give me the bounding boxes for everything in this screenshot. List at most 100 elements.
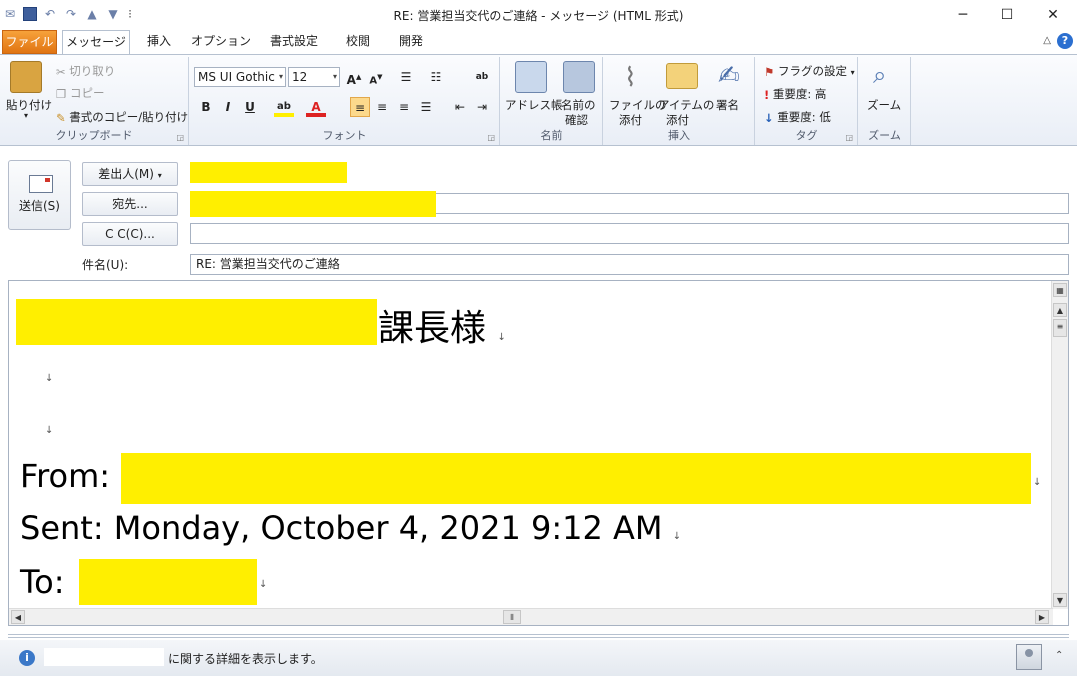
numbering-icon[interactable]: ☷ <box>426 67 446 87</box>
follow-up-label: フラグの設定 <box>777 64 847 78</box>
help-icon[interactable]: ? <box>1057 33 1073 49</box>
tab-review[interactable]: 校閲 <box>336 30 380 54</box>
check-names-icon[interactable] <box>563 61 595 93</box>
paragraph-mark: ↓ <box>45 373 54 384</box>
shrink-font-icon[interactable]: A▼ <box>366 67 386 87</box>
tab-file[interactable]: ファイル <box>2 30 57 54</box>
to-redaction <box>190 191 436 217</box>
ruler-toggle-icon[interactable]: ▦ <box>1053 283 1067 297</box>
details-text[interactable]: に関する詳細を表示します。 <box>168 650 323 667</box>
address-book-button[interactable]: アドレス帳 <box>505 97 563 113</box>
font-name-combo[interactable]: MS UI Gothic ▾ <box>194 67 286 87</box>
from-line-label: From: <box>20 457 111 495</box>
cut-button[interactable]: ✂ 切り取り <box>56 63 115 79</box>
grow-font-icon[interactable]: A▲ <box>344 67 364 87</box>
expand-people-pane-icon[interactable]: ⌃ <box>1055 650 1063 661</box>
people-pane-divider[interactable] <box>8 634 1069 638</box>
check-names-button-line1[interactable]: 名前の <box>561 97 596 113</box>
paste-icon[interactable] <box>10 61 42 93</box>
check-names-button-line2[interactable]: 確認 <box>565 112 588 128</box>
address-book-icon[interactable] <box>515 61 547 93</box>
low-importance-label: 重要度: 低 <box>777 110 831 124</box>
paste-button[interactable]: 貼り付け <box>6 97 52 113</box>
chevron-down-icon: ▾ <box>850 68 855 77</box>
recipient-name-redaction <box>16 299 377 345</box>
scroll-thumb[interactable]: ≡ <box>1053 319 1067 337</box>
increase-indent-icon[interactable]: ⇥ <box>472 97 492 117</box>
scroll-down-icon[interactable]: ▼ <box>1053 593 1067 607</box>
attach-item-line2[interactable]: 添付 <box>666 112 689 128</box>
justify-icon[interactable]: ☰ <box>416 97 436 117</box>
to-button[interactable]: 宛先... <box>82 192 178 216</box>
font-size-combo[interactable]: 12 ▾ <box>288 67 340 87</box>
send-button[interactable]: 送信(S) <box>8 160 71 230</box>
hscroll-thumb[interactable]: ⦀ <box>503 610 521 624</box>
font-launcher-icon[interactable]: ◲ <box>487 133 495 142</box>
scissors-icon: ✂ <box>56 64 66 79</box>
follow-up-button[interactable]: ⚑ フラグの設定 ▾ <box>764 63 855 79</box>
paragraph-mark: ↓ <box>497 332 506 343</box>
cut-label: 切り取り <box>69 64 116 78</box>
cc-field[interactable] <box>190 223 1069 244</box>
envelope-icon[interactable] <box>666 63 698 89</box>
cc-button[interactable]: C C(C)... <box>82 222 178 246</box>
copy-button[interactable]: ❐ コピー <box>56 85 104 101</box>
paragraph-mark: ↓ <box>1033 477 1042 488</box>
subject-label: 件名(U): <box>82 258 129 272</box>
horizontal-scrollbar[interactable]: ◀ ⦀ ▶ <box>9 608 1053 625</box>
greeting-text: 課長様 <box>378 308 487 349</box>
ribbon: 貼り付け ▾ ✂ 切り取り ❐ コピー ✎ 書式のコピー/貼り付け クリップボー… <box>0 54 1077 146</box>
down-arrow-icon: ↓ <box>764 110 774 125</box>
names-group: アドレス帳 名前の 確認 名前 <box>501 57 603 145</box>
vertical-scrollbar[interactable]: ▦ ▲ ≡ ▼ <box>1051 281 1068 609</box>
avatar[interactable] <box>1016 644 1042 670</box>
tab-developer[interactable]: 開発 <box>390 30 432 54</box>
bullets-icon[interactable]: ☰ <box>396 67 416 87</box>
from-button[interactable]: 差出人(M) ▾ <box>82 162 178 186</box>
paste-dropdown-icon[interactable]: ▾ <box>24 111 28 120</box>
attach-item-line1[interactable]: アイテムの <box>658 97 714 113</box>
highlight-icon[interactable]: ab <box>274 97 294 117</box>
underline-icon[interactable]: U <box>240 97 260 117</box>
minimize-button[interactable]: ─ <box>941 4 985 26</box>
maximize-button[interactable]: ☐ <box>985 4 1029 26</box>
minimize-ribbon-icon[interactable]: △ <box>1043 35 1051 46</box>
close-button[interactable]: ✕ <box>1031 4 1075 26</box>
tab-options[interactable]: オプション <box>190 30 252 54</box>
decrease-indent-icon[interactable]: ⇤ <box>450 97 470 117</box>
font-size-value: 12 <box>292 70 308 84</box>
align-left-icon[interactable]: ≡ <box>350 97 370 117</box>
magnifier-icon[interactable]: ⌕ <box>873 61 886 89</box>
styles-icon[interactable]: ab <box>472 67 492 87</box>
clipboard-group-label: クリップボード <box>55 129 133 142</box>
italic-icon[interactable]: I <box>218 97 238 117</box>
scroll-right-icon[interactable]: ▶ <box>1035 610 1049 624</box>
bold-icon[interactable]: B <box>196 97 216 117</box>
paperclip-icon[interactable]: ⌇ <box>624 63 637 93</box>
align-center-icon[interactable]: ≡ <box>372 97 392 117</box>
zoom-group: ⌕ ズーム ズーム <box>859 57 911 145</box>
sent-line: Sent: Monday, October 4, 2021 9:12 AM ↓ <box>20 509 681 547</box>
paragraph-mark: ↓ <box>672 531 682 542</box>
paragraph-mark: ↓ <box>45 425 54 436</box>
scroll-left-icon[interactable]: ◀ <box>11 610 25 624</box>
clipboard-launcher-icon[interactable]: ◲ <box>176 133 184 142</box>
zoom-group-label: ズーム <box>868 129 901 142</box>
font-color-icon[interactable]: A <box>306 97 326 117</box>
signature-button[interactable]: 署名 <box>716 97 739 113</box>
subject-field[interactable]: RE: 営業担当交代のご連絡 <box>190 254 1069 275</box>
zoom-button[interactable]: ズーム <box>867 97 901 113</box>
high-importance-button[interactable]: ! 重要度: 高 <box>764 86 826 102</box>
tags-launcher-icon[interactable]: ◲ <box>845 133 853 142</box>
title-bar: ✉ ↶ ↷ ▲ ▼ ⁝ RE: 営業担当交代のご連絡 - メッセージ (HTML… <box>0 0 1077 30</box>
align-right-icon[interactable]: ≡ <box>394 97 414 117</box>
tab-insert[interactable]: 挿入 <box>138 30 180 54</box>
signature-icon[interactable]: ✍ <box>718 61 740 91</box>
attach-file-line2[interactable]: 添付 <box>619 112 642 128</box>
format-painter-button[interactable]: ✎ 書式のコピー/貼り付け <box>56 109 188 125</box>
tab-format[interactable]: 書式設定 <box>262 30 326 54</box>
tab-message[interactable]: メッセージ <box>62 30 130 55</box>
message-body[interactable]: 課長様 ↓ ↓ ↓ From: ↓ Sent: Monday, October … <box>8 280 1069 626</box>
scroll-up-icon[interactable]: ▲ <box>1053 303 1067 317</box>
low-importance-button[interactable]: ↓ 重要度: 低 <box>764 109 831 125</box>
